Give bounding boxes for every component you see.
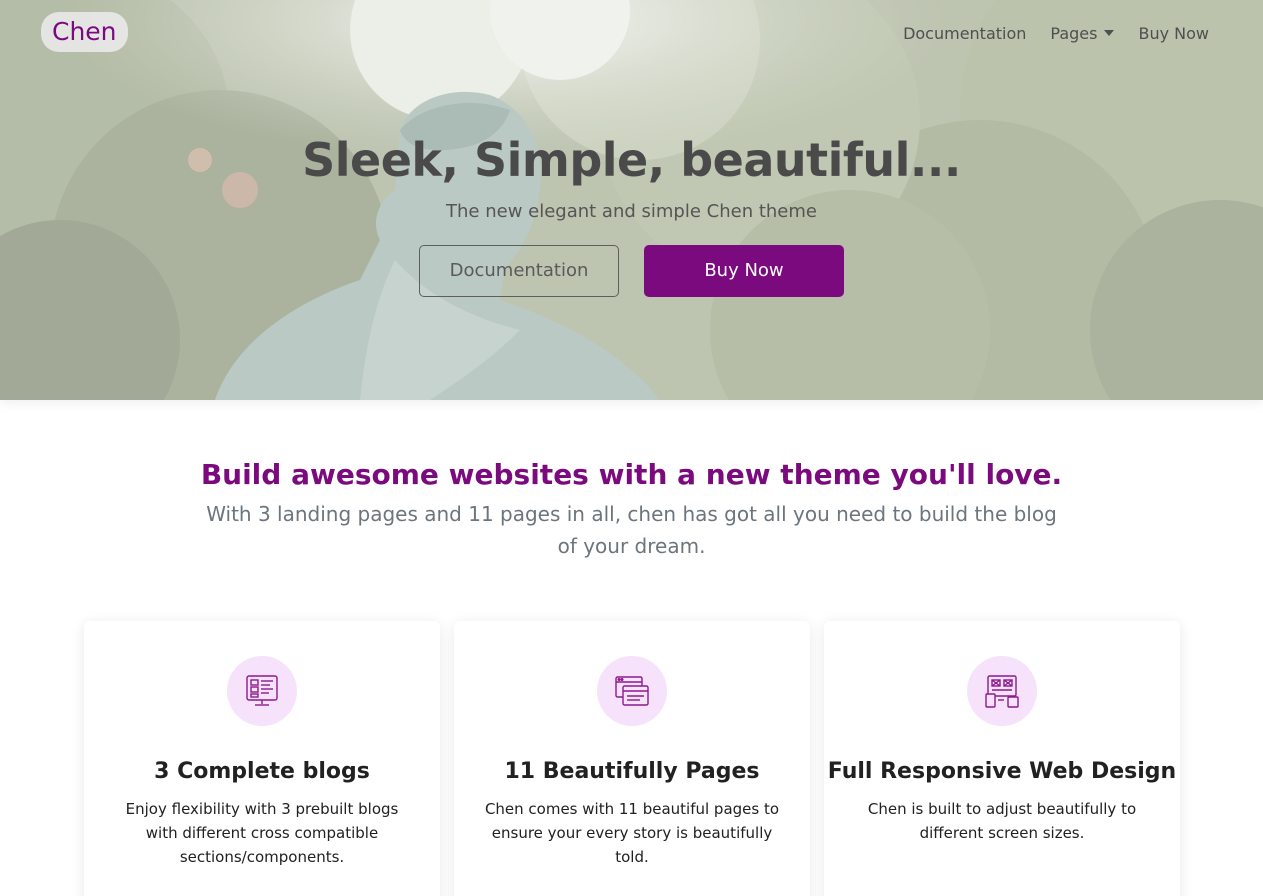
feature-title: Full Responsive Web Design xyxy=(827,759,1177,784)
intro-heading: Build awesome websites with a new theme … xyxy=(200,458,1063,491)
blog-layout-icon xyxy=(227,656,297,726)
brand-logo[interactable]: Chen xyxy=(41,12,128,52)
top-nav: Documentation Pages Buy Now xyxy=(903,22,1209,46)
responsive-devices-icon xyxy=(967,656,1037,726)
hero-subtitle: The new elegant and simple Chen theme xyxy=(446,201,817,222)
buy-now-button[interactable]: Buy Now xyxy=(644,245,844,297)
feature-card-blogs: 3 Complete blogs Enjoy flexibility with … xyxy=(84,621,440,896)
nav-pages-dropdown[interactable]: Pages xyxy=(1050,22,1115,46)
feature-card-responsive: Full Responsive Web Design Chen is built… xyxy=(824,621,1180,896)
nav-pages-label: Pages xyxy=(1050,24,1098,43)
feature-title: 3 Complete blogs xyxy=(154,759,370,784)
nav-buy-now-link[interactable]: Buy Now xyxy=(1138,22,1209,46)
documentation-button[interactable]: Documentation xyxy=(419,245,619,297)
intro-text: With 3 landing pages and 11 pages in all… xyxy=(206,502,1057,558)
feature-description: Enjoy flexibility with 3 prebuilt blogs … xyxy=(125,800,399,866)
nav-documentation-link[interactable]: Documentation xyxy=(903,22,1026,46)
hero-section: Chen Documentation Pages Buy Now Sleek, … xyxy=(0,0,1263,400)
feature-description: Chen comes with 11 beautiful pages to en… xyxy=(484,800,780,866)
browser-pages-icon xyxy=(597,656,667,726)
hero-title: Sleek, Simple, beautiful... xyxy=(302,133,961,187)
feature-title: 11 Beautifully Pages xyxy=(504,759,760,784)
feature-description: Chen is built to adjust beautifully to d… xyxy=(867,800,1137,842)
caret-down-icon xyxy=(1104,30,1115,36)
feature-card-pages: 11 Beautifully Pages Chen comes with 11 … xyxy=(454,621,810,896)
